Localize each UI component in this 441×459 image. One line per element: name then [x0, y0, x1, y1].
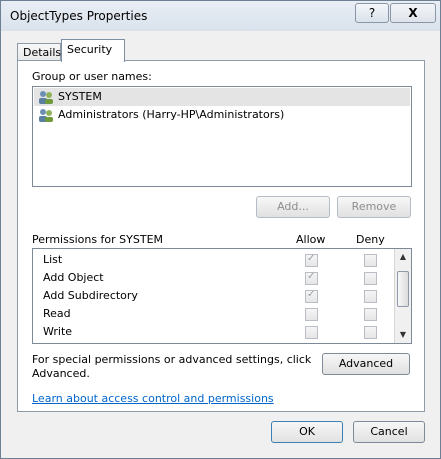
deny-checkbox[interactable]: [364, 290, 377, 303]
deny-checkbox[interactable]: [364, 308, 377, 321]
permission-row: List: [33, 251, 393, 269]
permission-name: Read: [43, 307, 71, 320]
scroll-up-icon[interactable]: ▲: [395, 249, 411, 265]
user-group-icon: [39, 109, 53, 122]
permissions-list[interactable]: List Add Object Add Subdirectory Read Wr: [32, 248, 412, 344]
help-button[interactable]: ?: [355, 3, 389, 23]
permission-row: Write: [33, 323, 393, 341]
allow-checkbox[interactable]: [305, 289, 318, 303]
deny-checkbox[interactable]: [364, 272, 377, 285]
user-row-system[interactable]: SYSTEM: [34, 88, 410, 106]
permission-name: List: [43, 253, 63, 266]
close-button[interactable]: X: [390, 3, 436, 23]
allow-header: Allow: [296, 233, 326, 246]
deny-checkbox[interactable]: [364, 326, 377, 339]
allow-checkbox[interactable]: [305, 271, 318, 285]
user-name: SYSTEM: [58, 90, 102, 103]
cancel-button[interactable]: Cancel: [353, 421, 425, 443]
allow-checkbox[interactable]: [305, 253, 318, 267]
user-row-administrators[interactable]: Administrators (Harry-HP\Administrators): [34, 106, 410, 124]
permissions-scrollbar[interactable]: ▲ ▼: [394, 249, 411, 343]
properties-dialog: ObjectTypes Properties ? X Details Secur…: [0, 0, 441, 459]
permission-row: Read: [33, 305, 393, 323]
window-title: ObjectTypes Properties: [10, 9, 148, 23]
permission-name: Write: [43, 325, 73, 338]
permission-row: Add Object: [33, 269, 393, 287]
user-name: Administrators (Harry-HP\Administrators): [58, 108, 285, 121]
scroll-thumb[interactable]: [397, 271, 409, 307]
user-group-icon: [39, 91, 53, 104]
special-permissions-text-2: Advanced.: [32, 367, 90, 380]
deny-header: Deny: [356, 233, 385, 246]
permissions-label: Permissions for SYSTEM: [32, 233, 164, 246]
security-panel: Group or user names: SYSTEM Administrato…: [17, 60, 425, 412]
deny-checkbox[interactable]: [364, 254, 377, 267]
allow-checkbox[interactable]: [305, 308, 318, 321]
learn-more-link[interactable]: Learn about access control and permissio…: [32, 392, 274, 405]
permission-name: Add Object: [43, 271, 104, 284]
allow-checkbox[interactable]: [305, 326, 318, 339]
user-list[interactable]: SYSTEM Administrators (Harry-HP\Administ…: [32, 86, 412, 187]
scroll-down-icon[interactable]: ▼: [395, 327, 411, 343]
advanced-button[interactable]: Advanced: [322, 353, 410, 375]
remove-button[interactable]: Remove: [337, 196, 411, 218]
ok-button[interactable]: OK: [271, 421, 343, 443]
tab-security[interactable]: Security: [61, 39, 125, 62]
permission-name: Add Subdirectory: [43, 289, 138, 302]
special-permissions-text: For special permissions or advanced sett…: [32, 353, 312, 366]
title-bar[interactable]: ObjectTypes Properties ? X: [1, 1, 440, 31]
permission-row: Add Subdirectory: [33, 287, 393, 305]
group-label: Group or user names:: [32, 70, 152, 83]
add-button[interactable]: Add...: [256, 196, 330, 218]
close-icon: X: [408, 6, 418, 20]
